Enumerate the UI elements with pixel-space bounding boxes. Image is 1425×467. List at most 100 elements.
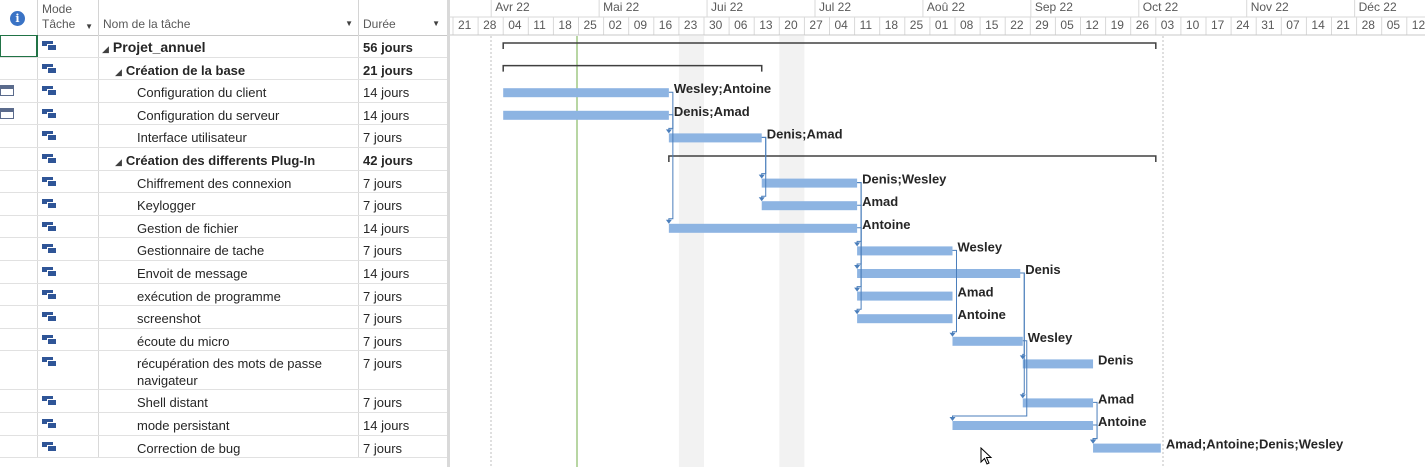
task-name-cell[interactable]: mode persistant	[99, 413, 359, 435]
duration-cell[interactable]: 14 jours	[359, 413, 447, 435]
task-row[interactable]: récupération des mots de passe navigateu…	[0, 351, 447, 391]
task-bar	[668, 223, 858, 233]
task-duration: 7 jours	[363, 130, 403, 146]
week-label: 25	[910, 18, 924, 32]
task-name-cell[interactable]: Keylogger	[99, 193, 359, 215]
mode-cell[interactable]	[38, 328, 99, 351]
gantt-svg: Avr 22 Mai 22 Jui 22 Jul 22 Aoû 22 Sep 22 Oct …	[450, 0, 1425, 467]
duration-cell[interactable]: 21 jours	[359, 58, 447, 80]
duration-cell[interactable]: 7 jours	[359, 238, 447, 260]
name-dropdown-icon[interactable]: ▼	[345, 19, 353, 28]
task-name-cell[interactable]: écoute du micro	[99, 328, 359, 351]
duration-cell[interactable]: 7 jours	[359, 351, 447, 389]
week-label: 08	[960, 18, 974, 32]
task-row[interactable]: Envoit de message 14 jours	[0, 261, 447, 284]
week-label: 16	[659, 18, 673, 32]
task-row[interactable]: Configuration du serveur 14 jours	[0, 102, 447, 126]
task-row[interactable]: ◢ Création des differents Plug-In 42 jours	[0, 148, 447, 171]
mode-cell[interactable]	[38, 390, 99, 412]
mode-cell[interactable]	[38, 351, 99, 390]
task-name-cell[interactable]: récupération des mots de passe navigateu…	[99, 351, 359, 390]
task-name-cell[interactable]: Chiffrement des connexion	[99, 170, 359, 193]
duration-cell[interactable]: 7 jours	[359, 193, 447, 215]
week-label: 28	[483, 18, 497, 32]
duration-cell[interactable]: 7 jours	[359, 125, 447, 147]
duration-cell[interactable]: 14 jours	[359, 103, 447, 125]
task-row[interactable]: Keylogger 7 jours	[0, 193, 447, 216]
duration-cell[interactable]: 7 jours	[359, 171, 447, 193]
duration-cell[interactable]: 7 jours	[359, 329, 447, 351]
task-name-cell[interactable]: ◢ Création des differents Plug-In	[99, 148, 359, 170]
task-duration: 56 jours	[363, 40, 413, 55]
mode-cell[interactable]	[38, 57, 99, 80]
task-name-cell[interactable]: ◢ Projet_annuel	[99, 35, 359, 57]
task-name-cell[interactable]: Correction de bug	[99, 435, 359, 458]
collapse-icon[interactable]: ◢	[115, 157, 122, 167]
mode-cell[interactable]	[38, 261, 99, 283]
week-label: 05	[1387, 18, 1401, 32]
indicator-cell	[0, 328, 38, 351]
duration-dropdown-icon[interactable]: ▼	[432, 19, 440, 28]
task-name: Chiffrement des connexion	[137, 175, 292, 191]
task-row[interactable]: exécution de programme 7 jours	[0, 283, 447, 307]
duration-cell[interactable]: 14 jours	[359, 216, 447, 238]
mode-cell[interactable]	[38, 435, 99, 458]
task-name-cell[interactable]: ◢ Création de la base	[99, 57, 359, 80]
task-row[interactable]: Configuration du client 14 jours	[0, 80, 447, 103]
link-arrow	[949, 332, 956, 337]
task-row[interactable]: Correction de bug 7 jours	[0, 435, 447, 459]
info-column-header[interactable]: i	[0, 0, 38, 35]
mode-cell[interactable]	[38, 306, 99, 328]
duration-cell[interactable]: 7 jours	[359, 436, 447, 458]
task-name-cell[interactable]: Shell distant	[99, 390, 359, 412]
task-row[interactable]: screenshot 7 jours	[0, 306, 447, 329]
mode-cell[interactable]	[38, 102, 99, 125]
week-label: 14	[1311, 18, 1325, 32]
duration-cell[interactable]: 14 jours	[359, 261, 447, 283]
mode-cell[interactable]	[38, 283, 99, 306]
duration-column-header[interactable]: Durée ▼	[359, 0, 447, 35]
mode-column-header[interactable]: Mode Tâche ▼	[38, 0, 99, 35]
task-name-cell[interactable]: Configuration du client	[99, 80, 359, 102]
indicator-cell	[0, 102, 38, 125]
mode-cell[interactable]	[38, 125, 99, 147]
name-column-header[interactable]: Nom de la tâche ▼	[99, 0, 359, 35]
mode-cell[interactable]	[38, 238, 99, 260]
duration-cell[interactable]: 14 jours	[359, 80, 447, 102]
task-bar	[668, 133, 762, 143]
task-row[interactable]: écoute du micro 7 jours	[0, 328, 447, 352]
mode-cell[interactable]	[38, 170, 99, 193]
task-name-cell[interactable]: Gestion de fichier	[99, 215, 359, 238]
task-name-cell[interactable]: exécution de programme	[99, 283, 359, 306]
duration-cell[interactable]: 7 jours	[359, 306, 447, 328]
resource-label: Wesley	[1028, 330, 1073, 345]
task-row[interactable]: Chiffrement des connexion 7 jours	[0, 170, 447, 194]
duration-cell[interactable]: 7 jours	[359, 390, 447, 412]
mode-cell[interactable]	[38, 35, 99, 57]
mode-cell[interactable]	[38, 193, 99, 215]
task-row[interactable]: Interface utilisateur 7 jours	[0, 125, 447, 148]
task-name-cell[interactable]: Envoit de message	[99, 261, 359, 283]
mode-dropdown-icon[interactable]: ▼	[85, 19, 93, 34]
collapse-icon[interactable]: ◢	[115, 67, 122, 77]
mode-cell[interactable]	[38, 80, 99, 102]
task-row[interactable]: Shell distant 7 jours	[0, 390, 447, 413]
mode-cell[interactable]	[38, 215, 99, 238]
month-label: Aoû 22	[927, 0, 965, 14]
collapse-icon[interactable]: ◢	[102, 44, 109, 54]
duration-cell[interactable]: 7 jours	[359, 284, 447, 306]
mode-cell[interactable]	[38, 148, 99, 170]
task-name-cell[interactable]: Interface utilisateur	[99, 125, 359, 147]
duration-cell[interactable]: 56 jours	[359, 35, 447, 57]
mode-cell[interactable]	[38, 413, 99, 435]
gantt-chart[interactable]: Avr 22 Mai 22 Jui 22 Jul 22 Aoû 22 Sep 22 Oct …	[447, 0, 1425, 467]
task-name-cell[interactable]: screenshot	[99, 306, 359, 328]
duration-cell[interactable]: 42 jours	[359, 148, 447, 170]
task-name-cell[interactable]: Gestionnaire de tache	[99, 238, 359, 260]
task-name-cell[interactable]: Configuration du serveur	[99, 102, 359, 125]
task-row[interactable]: mode persistant 14 jours	[0, 413, 447, 436]
task-row[interactable]: ◢ Projet_annuel 56 jours	[0, 35, 447, 58]
task-row[interactable]: Gestionnaire de tache 7 jours	[0, 238, 447, 261]
task-row[interactable]: ◢ Création de la base 21 jours	[0, 57, 447, 81]
task-row[interactable]: Gestion de fichier 14 jours	[0, 215, 447, 239]
